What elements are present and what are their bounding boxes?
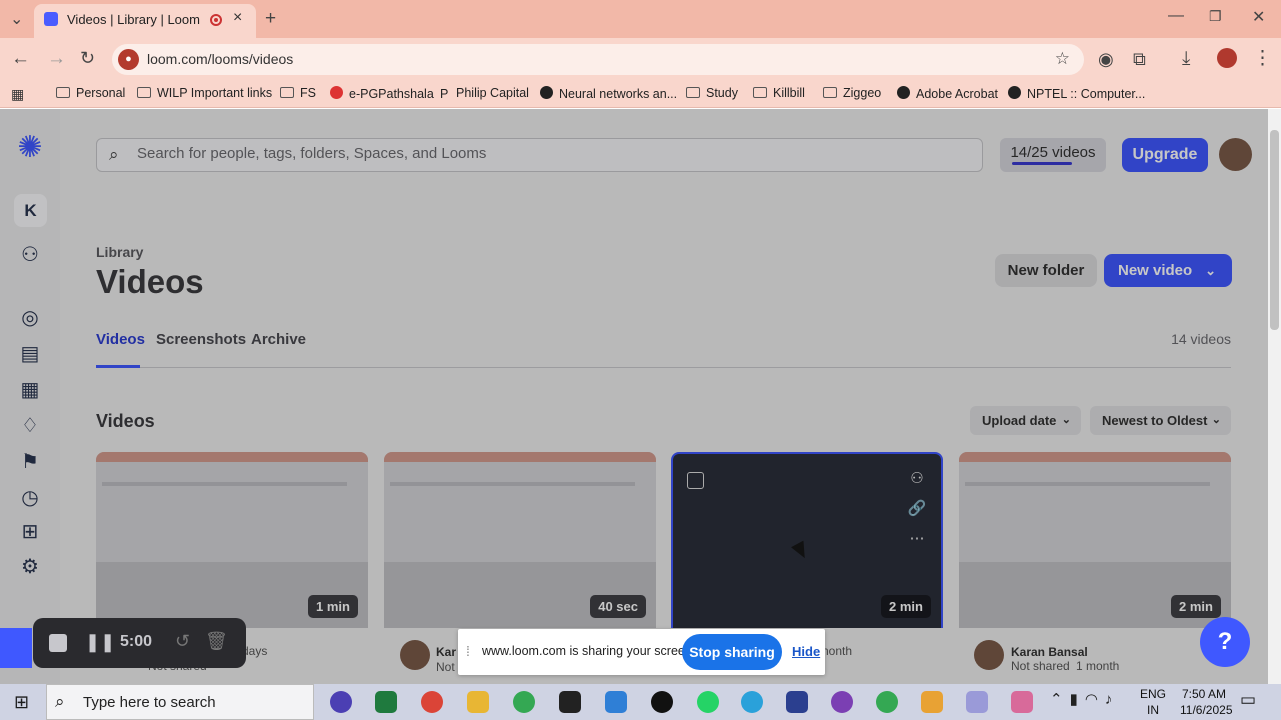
language-code: ENG	[1140, 687, 1167, 701]
bookmark-star-icon[interactable]: ☆	[1055, 49, 1070, 69]
recording-controls: ❚❚ 5:00 ↺ 🗑	[33, 618, 246, 668]
bookmark-fs[interactable]: FS	[280, 86, 316, 100]
folder-icon	[280, 87, 294, 98]
clock-time: 7:50 AM	[1181, 687, 1226, 701]
upwork-icon[interactable]	[651, 691, 673, 713]
address-bar[interactable]: ● loom.com/looms/videos ☆	[112, 44, 1084, 75]
help-button[interactable]: ?	[1200, 617, 1250, 667]
restart-icon[interactable]: ↺	[175, 631, 190, 652]
extension-icon[interactable]: ◉	[1098, 49, 1114, 70]
close-tab-icon[interactable]: ×	[233, 9, 242, 27]
drag-handle-icon[interactable]: ⁞	[466, 643, 470, 659]
scrollbar-thumb[interactable]	[1270, 130, 1279, 330]
overlay-scrim	[0, 109, 1268, 684]
philip-capital-icon: P	[440, 87, 449, 101]
chrome-profile-icon[interactable]	[513, 691, 535, 713]
bookmark-killbill[interactable]: Killbill	[753, 86, 805, 100]
chrome-icon[interactable]	[421, 691, 443, 713]
forward-icon[interactable]: →	[47, 48, 66, 70]
apps-grid-icon[interactable]: ▦	[11, 86, 24, 103]
bookmark-neural-networks[interactable]: Neural networks an...	[540, 86, 677, 101]
restore-icon[interactable]: ❐	[1209, 8, 1222, 25]
taskbar-search-placeholder: Type here to search	[83, 694, 216, 711]
browser-menu-icon[interactable]: ⋮	[1253, 47, 1272, 70]
share-message: www.loom.com is sharing your screen.	[482, 644, 696, 658]
tab-list-icon[interactable]: ⌄	[10, 9, 23, 29]
url-text: loom.com/looms/videos	[147, 51, 294, 67]
app-icon[interactable]	[966, 691, 988, 713]
system-clock[interactable]: 7:50 AM 11/6/2025	[1180, 686, 1233, 718]
recorder-tab[interactable]	[0, 628, 32, 668]
file-explorer-icon[interactable]	[467, 691, 489, 713]
bookmark-epgpathshala[interactable]: e-PGPathshala	[330, 86, 434, 101]
windows-start-icon[interactable]: ⊞	[14, 692, 29, 713]
extensions-puzzle-icon[interactable]: ⧉	[1133, 49, 1146, 70]
tab-title: Videos | Library | Loom	[67, 12, 200, 27]
nptel-icon	[1008, 86, 1021, 99]
bookmark-wilp[interactable]: WILP Important links	[137, 86, 272, 100]
delete-recording-icon[interactable]: 🗑	[205, 631, 228, 652]
stop-sharing-button[interactable]: Stop sharing	[682, 634, 782, 670]
system-tray-icons[interactable]: ⌃▮◠♪	[1050, 690, 1119, 708]
epg-icon	[330, 86, 343, 99]
language-indicator[interactable]: ENG IN	[1140, 686, 1166, 718]
site-info-icon[interactable]: ●	[118, 49, 139, 70]
folder-icon	[753, 87, 767, 98]
clock-date: 11/6/2025	[1180, 703, 1233, 717]
screen-share-notice: ⁞ www.loom.com is sharing your screen. S…	[458, 629, 825, 675]
reload-icon[interactable]: ↻	[80, 48, 95, 69]
app-icon[interactable]	[330, 691, 352, 713]
notification-center-icon[interactable]: ▭	[1240, 690, 1256, 710]
minimize-icon[interactable]: —	[1168, 7, 1184, 25]
sublime-icon[interactable]	[921, 691, 943, 713]
stop-recording-icon[interactable]	[49, 634, 67, 652]
search-icon: ⌕	[55, 692, 65, 711]
excel-icon[interactable]	[375, 691, 397, 713]
recording-timer: 5:00	[120, 633, 153, 650]
hide-link[interactable]: Hide	[792, 644, 820, 659]
region-code: IN	[1147, 703, 1159, 717]
bookmark-philip-capital[interactable]: P Philip Capital	[440, 86, 529, 101]
bookmark-personal[interactable]: Personal	[56, 86, 125, 100]
vscode-icon[interactable]	[605, 691, 627, 713]
download-icon[interactable]: ⤓	[1182, 48, 1190, 70]
browser-tab[interactable]: Videos | Library | Loom ×	[34, 4, 256, 38]
new-tab-icon[interactable]: +	[265, 8, 276, 30]
bookmark-ziggeo[interactable]: Ziggeo	[823, 86, 881, 100]
whatsapp-icon[interactable]	[697, 691, 719, 713]
back-icon[interactable]: ←	[11, 48, 30, 70]
terminal-icon[interactable]	[559, 691, 581, 713]
folder-icon	[823, 87, 837, 98]
adobe-icon	[897, 86, 910, 99]
app-icon[interactable]	[786, 691, 808, 713]
profile-avatar[interactable]	[1217, 48, 1237, 68]
recording-indicator-icon	[210, 14, 222, 26]
chrome-profile-icon[interactable]	[876, 691, 898, 713]
folder-icon	[137, 87, 151, 98]
folder-icon	[686, 87, 700, 98]
window-close-icon[interactable]: ✕	[1252, 7, 1265, 27]
neural-networks-icon	[540, 86, 553, 99]
app-icon[interactable]	[1011, 691, 1033, 713]
pause-icon[interactable]: ❚❚	[85, 632, 115, 653]
telegram-icon[interactable]	[741, 691, 763, 713]
app-icon[interactable]	[831, 691, 853, 713]
bookmark-nptel[interactable]: NPTEL :: Computer...	[1008, 86, 1145, 101]
bookmark-adobe-acrobat[interactable]: Adobe Acrobat	[897, 86, 998, 101]
taskbar-search[interactable]: ⌕ Type here to search	[46, 684, 314, 720]
folder-icon	[56, 87, 70, 98]
loom-favicon-icon	[44, 12, 58, 26]
bookmark-study[interactable]: Study	[686, 86, 738, 100]
